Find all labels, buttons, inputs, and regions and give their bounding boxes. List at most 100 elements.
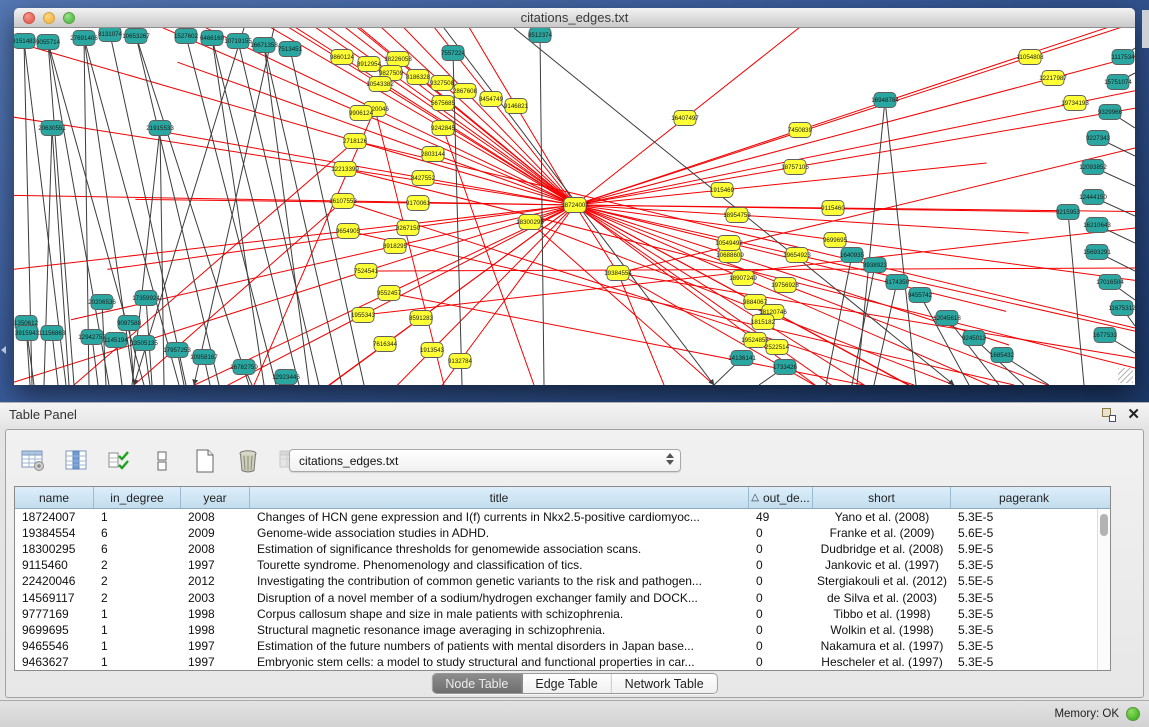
window-titlebar[interactable]: citations_edges.txt — [14, 8, 1135, 28]
table-cell[interactable]: 1997 — [181, 639, 250, 653]
graph-node[interactable]: 7557224 — [441, 46, 466, 61]
graph-node[interactable]: 8938923 — [863, 258, 888, 273]
graph-node[interactable]: 1527602 — [174, 29, 199, 44]
table-row[interactable]: 2242004622012Investigating the contribut… — [15, 573, 1097, 589]
graph-node[interactable]: 8918295 — [383, 239, 408, 254]
splitter-arrow-icon[interactable] — [1, 346, 6, 354]
column-header-name[interactable]: name — [15, 487, 94, 508]
graph-node[interactable]: 13505135 — [130, 336, 158, 351]
graph-node[interactable]: 10719155 — [224, 34, 252, 49]
close-window-button[interactable] — [23, 12, 35, 24]
graph-node[interactable]: 5675685 — [431, 96, 456, 111]
tab-node-table[interactable]: Node Table — [432, 674, 522, 693]
column-header-out-degree[interactable]: △out_de... — [749, 487, 813, 508]
table-cell[interactable]: 5.6E-5 — [951, 526, 1097, 540]
table-cell[interactable]: 2008 — [181, 542, 250, 556]
network-canvas[interactable]: 1872400718300295193845549860124891295418… — [14, 28, 1135, 385]
table-row[interactable]: 977716911998Corpus callosum shape and si… — [15, 606, 1097, 622]
graph-node[interactable]: 12217987 — [1039, 71, 1067, 86]
table-cell[interactable]: 1997 — [181, 655, 250, 669]
table-cell[interactable]: 19384554 — [15, 526, 94, 540]
graph-node[interactable]: 8912954 — [357, 57, 382, 72]
graph-node[interactable]: 1145194 — [104, 333, 128, 348]
graph-node[interactable]: 7616344 — [373, 337, 398, 352]
tab-network-table[interactable]: Network Table — [612, 674, 717, 693]
graph-node[interactable]: 9132784 — [448, 354, 473, 369]
graph-node[interactable]: 8131074 — [98, 28, 123, 42]
minimize-window-button[interactable] — [43, 12, 55, 24]
graph-node[interactable]: 16948784 — [871, 93, 899, 108]
table-scrollbar-thumb[interactable] — [1100, 514, 1108, 536]
graph-node[interactable]: 16107553 — [329, 194, 357, 209]
table-cell[interactable]: 1 — [94, 639, 181, 653]
graph-node[interactable]: 9097588 — [117, 316, 142, 331]
graph-node[interactable]: 18954758 — [723, 208, 751, 223]
table-cell[interactable]: Nakamura et al. (1997) — [813, 639, 951, 653]
graph-node[interactable]: 8186328 — [406, 70, 431, 85]
table-cell[interactable]: 0 — [749, 607, 813, 621]
table-cell[interactable]: 2012 — [181, 574, 250, 588]
graph-node[interactable]: 9455742 — [908, 288, 933, 303]
graph-node[interactable]: 3915943 — [15, 326, 40, 341]
graph-node[interactable]: 9245013 — [962, 331, 987, 346]
table-cell[interactable]: 22420046 — [15, 574, 94, 588]
graph-node[interactable]: 18757105 — [781, 160, 809, 175]
table-cell[interactable]: Estimation of significance thresholds fo… — [250, 542, 749, 556]
graph-node[interactable]: 9860124 — [330, 50, 355, 65]
table-cell[interactable]: 1 — [94, 607, 181, 621]
table-cell[interactable]: 1 — [94, 510, 181, 524]
table-cell[interactable]: Wolkin et al. (1998) — [813, 623, 951, 637]
graph-node[interactable]: 8591283 — [409, 311, 434, 326]
column-header-short[interactable]: short — [813, 487, 951, 508]
graph-node[interactable]: 9327508 — [430, 76, 455, 91]
graph-node[interactable]: 10543382 — [366, 77, 394, 92]
table-cell[interactable]: 2003 — [181, 591, 250, 605]
table-cell[interactable]: 0 — [749, 655, 813, 669]
graph-node[interactable]: 1815182 — [751, 315, 776, 330]
graph-node[interactable]: 19654923 — [783, 248, 811, 263]
table-cell[interactable]: 14569117 — [15, 591, 94, 605]
graph-node[interactable]: 9055714 — [36, 35, 61, 50]
table-cell[interactable]: Embryonic stem cells: a model to study s… — [250, 655, 749, 669]
table-selector-dropdown[interactable]: citations_edges.txt — [289, 449, 681, 472]
column-header-in-degree[interactable]: in_degree — [94, 487, 181, 508]
graph-node[interactable]: 2867608 — [453, 84, 478, 99]
table-cell[interactable]: Tibbo et al. (1998) — [813, 607, 951, 621]
graph-node[interactable]: 1117534 — [1111, 50, 1135, 65]
graph-node[interactable]: 17359924 — [132, 291, 160, 306]
zoom-window-button[interactable] — [63, 12, 75, 24]
table-cell[interactable]: Dudbridge et al. (2008) — [813, 542, 951, 556]
table-cell[interactable]: 0 — [749, 623, 813, 637]
new-column-button[interactable] — [192, 448, 218, 474]
table-cell[interactable]: de Silva et al. (2003) — [813, 591, 951, 605]
graph-node[interactable]: 6174350 — [885, 275, 910, 290]
table-cell[interactable]: 5.3E-5 — [951, 639, 1097, 653]
table-cell[interactable]: 9115460 — [15, 558, 94, 572]
table-cell[interactable]: 0 — [749, 639, 813, 653]
graph-node[interactable]: 6466160 — [200, 31, 225, 46]
table-cell[interactable]: 6 — [94, 542, 181, 556]
graph-node[interactable]: 14136141 — [728, 351, 756, 366]
graph-node[interactable]: 10958167 — [190, 350, 218, 365]
graph-node[interactable]: 1913543 — [420, 343, 445, 358]
table-cell[interactable]: Stergiakouli et al. (2012) — [813, 574, 951, 588]
table-cell[interactable]: 1998 — [181, 607, 250, 621]
graph-node[interactable]: 10653267 — [122, 29, 150, 44]
float-panel-icon[interactable] — [1102, 408, 1116, 422]
unmerge-rows-button[interactable] — [149, 448, 175, 474]
delete-column-button[interactable] — [235, 448, 261, 474]
table-cell[interactable]: 5.3E-5 — [951, 623, 1097, 637]
graph-node[interactable]: 8454749 — [479, 92, 504, 107]
graph-node[interactable]: 19734193 — [1061, 96, 1089, 111]
select-columns-button[interactable] — [106, 448, 132, 474]
graph-node[interactable]: 1955343 — [351, 308, 376, 323]
graph-node[interactable]: 18724007 — [561, 198, 589, 213]
table-cell[interactable]: Franke et al. (2009) — [813, 526, 951, 540]
table-cell[interactable]: Structural magnetic resonance image aver… — [250, 623, 749, 637]
tab-edge-table[interactable]: Edge Table — [522, 674, 611, 693]
table-row[interactable]: 946362711997Embryonic stem cells: a mode… — [15, 654, 1097, 670]
graph-node[interactable]: 18907249 — [729, 271, 757, 286]
graph-node[interactable]: 2803144 — [421, 147, 446, 162]
table-cell[interactable]: 9463627 — [15, 655, 94, 669]
table-cell[interactable]: 49 — [749, 510, 813, 524]
